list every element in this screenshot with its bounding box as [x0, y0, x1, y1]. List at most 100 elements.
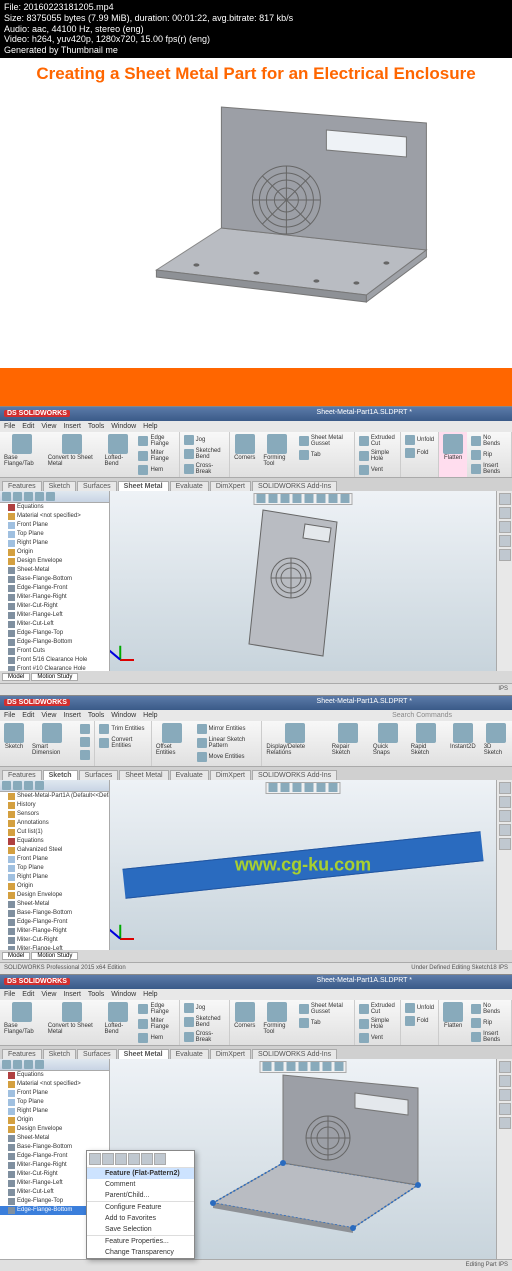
miter-flange-button[interactable]: Miter Flange	[137, 1017, 175, 1031]
jog-button[interactable]: Jog	[183, 1002, 226, 1014]
convert-sheet-metal-button[interactable]: Convert to Sheet Metal	[44, 432, 101, 477]
menu-file[interactable]: File	[4, 991, 15, 998]
fold-button[interactable]: Fold	[404, 447, 435, 459]
ctx-icon[interactable]	[115, 1153, 127, 1165]
extruded-cut-button[interactable]: Extruded Cut	[358, 434, 397, 448]
circle-tool-button[interactable]	[79, 749, 91, 761]
corners-button[interactable]: Corners	[230, 432, 259, 477]
menu-view[interactable]: View	[41, 991, 56, 998]
rapid-sketch-button[interactable]: Rapid Sketch	[407, 721, 446, 766]
task-pane[interactable]	[496, 1059, 512, 1259]
context-icon-row[interactable]	[87, 1151, 194, 1168]
tab-motion-study[interactable]: Motion Study	[31, 673, 78, 681]
tab-sheet-metal[interactable]: Sheet Metal	[118, 1049, 169, 1059]
tab-features[interactable]: Features	[2, 1049, 42, 1059]
ctx-add-favorites[interactable]: Add to Favorites	[87, 1213, 194, 1224]
vent-button[interactable]: Vent	[358, 464, 397, 476]
unfold-button[interactable]: Unfold	[404, 1002, 435, 1014]
ctx-save-selection[interactable]: Save Selection	[87, 1224, 194, 1235]
task-pane[interactable]	[496, 780, 512, 950]
offset-entities-button[interactable]: Offset Entities	[152, 721, 193, 766]
tab-dimxpert[interactable]: DimXpert	[210, 481, 251, 491]
view-toolbar[interactable]	[260, 1061, 347, 1073]
corners-button[interactable]: Corners	[230, 1000, 259, 1045]
trim-button[interactable]: Trim Entities	[98, 723, 147, 735]
hem-button[interactable]: Hem	[137, 464, 175, 476]
tab-evaluate[interactable]: Evaluate	[170, 481, 209, 491]
menu-file[interactable]: File	[4, 712, 15, 719]
tab-surfaces[interactable]: Surfaces	[77, 1049, 117, 1059]
tab-sketch[interactable]: Sketch	[43, 770, 78, 780]
menu-tools[interactable]: Tools	[88, 991, 104, 998]
linear-pattern-button[interactable]: Linear Sketch Pattern	[196, 736, 259, 750]
ctx-icon[interactable]	[128, 1153, 140, 1165]
hem-button[interactable]: Hem	[137, 1032, 175, 1044]
tab-sketch[interactable]: Sketch	[43, 1049, 76, 1059]
lofted-bend-button[interactable]: Lofted-Bend	[101, 432, 135, 477]
smart-dimension-button[interactable]: Smart Dimension	[28, 721, 76, 766]
sheet-gusset-button[interactable]: Sheet Metal Gusset	[298, 434, 351, 448]
menu-window[interactable]: Window	[111, 423, 136, 430]
bottom-tabs[interactable]: Model Motion Study	[0, 950, 512, 962]
tab-dimxpert[interactable]: DimXpert	[210, 770, 251, 780]
miter-flange-button[interactable]: Miter Flange	[137, 449, 175, 463]
tree-header[interactable]	[0, 780, 109, 792]
mirror-entities-button[interactable]: Mirror Entities	[196, 723, 259, 735]
convert-entities-button[interactable]: Convert Entities	[98, 736, 147, 750]
extruded-cut-button[interactable]: Extruded Cut	[358, 1002, 397, 1016]
tree-header[interactable]	[0, 491, 109, 503]
sheet-gusset-button[interactable]: Sheet Metal Gusset	[298, 1002, 351, 1016]
menu-view[interactable]: View	[41, 712, 56, 719]
view-toolbar[interactable]	[266, 782, 341, 794]
tab-button[interactable]: Tab	[298, 449, 351, 461]
menu-window[interactable]: Window	[111, 991, 136, 998]
no-bends-button[interactable]: No Bends	[470, 434, 508, 448]
ctx-feature[interactable]: Feature (Flat-Pattern2)	[87, 1168, 194, 1179]
feature-tree[interactable]: Sheet-Metal-Part1A (Default<<Defa... His…	[0, 780, 110, 950]
rip-button[interactable]: Rip	[470, 449, 508, 461]
tab-features[interactable]: Features	[2, 481, 42, 491]
tab-model[interactable]: Model	[2, 673, 30, 681]
sketched-bend-button[interactable]: Sketched Bend	[183, 447, 226, 461]
edge-flange-button[interactable]: Edge Flange	[137, 434, 175, 448]
command-tabs[interactable]: Features Sketch Surfaces Sheet Metal Eva…	[0, 478, 512, 491]
flatten-button[interactable]: Flatten	[439, 1000, 467, 1045]
tab-surfaces[interactable]: Surfaces	[77, 481, 117, 491]
tree-header[interactable]	[0, 1059, 109, 1071]
model-canvas[interactable]	[110, 491, 496, 671]
fold-button[interactable]: Fold	[404, 1015, 435, 1027]
forming-tool-button[interactable]: Forming Tool	[259, 432, 294, 477]
instant2d-button[interactable]: Instant2D	[446, 721, 480, 766]
tab-addins[interactable]: SOLIDWORKS Add-Ins	[252, 1049, 337, 1059]
command-tabs[interactable]: Features Sketch Surfaces Sheet Metal Eva…	[0, 767, 512, 780]
jog-button[interactable]: Jog	[183, 434, 226, 446]
tab-surfaces[interactable]: Surfaces	[79, 770, 119, 780]
tab-motion-study[interactable]: Motion Study	[31, 952, 78, 960]
insert-bends-button[interactable]: Insert Bends	[470, 1030, 508, 1044]
sketch-button[interactable]: Sketch	[0, 721, 28, 766]
cross-break-button[interactable]: Cross-Break	[183, 1030, 226, 1044]
task-pane[interactable]	[496, 491, 512, 671]
tab-sheet-metal[interactable]: Sheet Metal	[118, 481, 169, 491]
vent-button[interactable]: Vent	[358, 1032, 397, 1044]
no-bends-button[interactable]: No Bends	[470, 1002, 508, 1016]
menu-edit[interactable]: Edit	[22, 991, 34, 998]
menu-view[interactable]: View	[41, 423, 56, 430]
repair-sketch-button[interactable]: Repair Sketch	[328, 721, 369, 766]
menu-bar[interactable]: File Edit View Insert Tools Window Help …	[0, 710, 512, 721]
ctx-transparency[interactable]: Change Transparency	[87, 1247, 194, 1258]
bottom-tabs[interactable]: Model Motion Study	[0, 671, 512, 683]
menu-insert[interactable]: Insert	[63, 712, 81, 719]
command-tabs[interactable]: Features Sketch Surfaces Sheet Metal Eva…	[0, 1046, 512, 1059]
base-flange-button[interactable]: Base Flange/Tab	[0, 1000, 44, 1045]
base-flange-button[interactable]: Base Flange/Tab	[0, 432, 44, 477]
edge-flange-button[interactable]: Edge Flange	[137, 1002, 175, 1016]
menu-help[interactable]: Help	[143, 423, 157, 430]
lofted-bend-button[interactable]: Lofted-Bend	[101, 1000, 135, 1045]
insert-bends-button[interactable]: Insert Bends	[470, 462, 508, 476]
ctx-configure[interactable]: Configure Feature	[87, 1201, 194, 1213]
ctx-icon[interactable]	[102, 1153, 114, 1165]
tab-button[interactable]: Tab	[298, 1017, 351, 1029]
tab-dimxpert[interactable]: DimXpert	[210, 1049, 251, 1059]
rect-tool-button[interactable]	[79, 736, 91, 748]
